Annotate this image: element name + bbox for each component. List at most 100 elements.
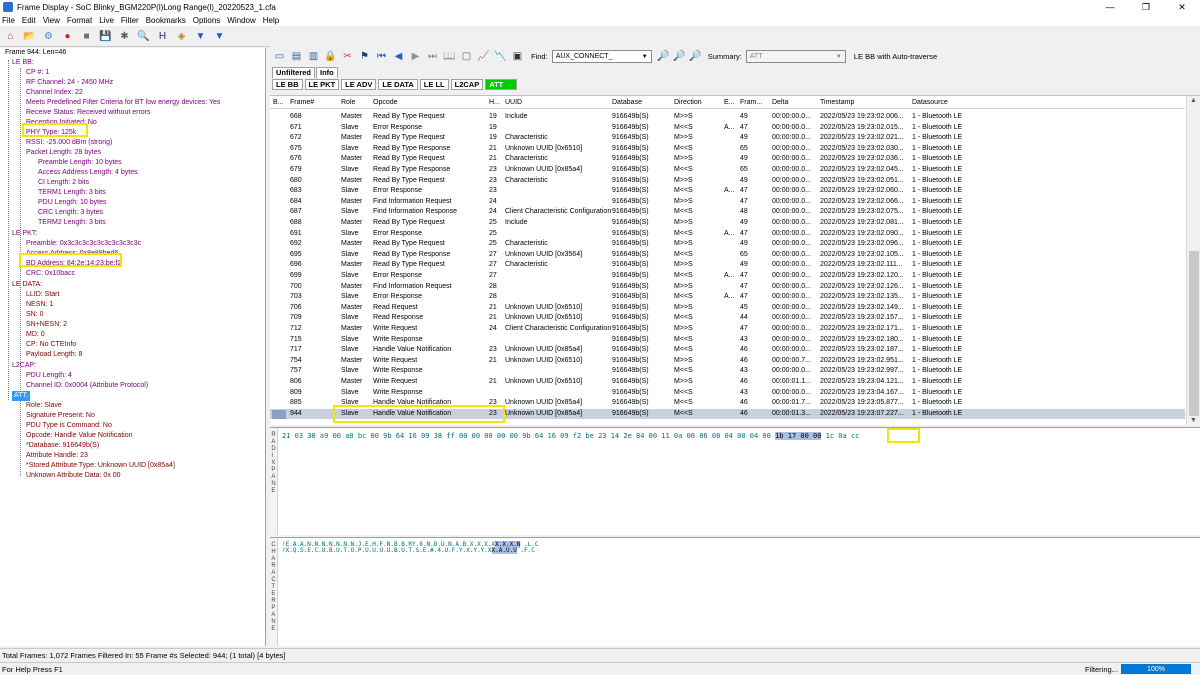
tree-node[interactable]: Channel Index: 22	[26, 88, 83, 98]
column-header[interactable]: UUID	[505, 99, 522, 106]
tree-node[interactable]: PDU Length: 4	[26, 371, 72, 381]
tab-le-data[interactable]: LE DATA	[378, 79, 418, 90]
tree-node[interactable]: Packet Length: 28 bytes	[26, 148, 101, 158]
menu-view[interactable]: View	[43, 16, 60, 25]
tree-node[interactable]: LE BB:	[12, 58, 34, 68]
column-header[interactable]: H...	[489, 99, 500, 106]
gears-icon[interactable]: ⚙	[41, 29, 56, 44]
menu-format[interactable]: Format	[67, 16, 92, 25]
column-header[interactable]: Direction	[674, 99, 702, 106]
find-icon[interactable]: 🔎	[656, 49, 671, 64]
table-row[interactable]: 675 Slave Read By Type Response 21 Unknown U…	[270, 144, 1185, 155]
table-row[interactable]: 806 Master Write Request 21 Unknown UUID [0x…	[270, 377, 1185, 388]
column-header[interactable]: Opcode	[373, 99, 398, 106]
tree-node[interactable]: CRC: 0x10bacc	[26, 269, 75, 279]
tree-node[interactable]: LE DATA:	[12, 280, 42, 290]
tree-node[interactable]: CRC Length: 3 bytes	[38, 208, 103, 218]
chart-area-icon[interactable]: 📉	[493, 49, 508, 64]
tab-l2cap[interactable]: L2CAP	[450, 79, 484, 90]
tree-node[interactable]: ATT:	[12, 391, 30, 401]
table-row[interactable]: 712 Master Write Request 24 Client Character…	[270, 324, 1185, 335]
tree-node[interactable]: SN: 0	[26, 310, 44, 320]
tree-node[interactable]: Access Address Length: 4 bytes	[38, 168, 138, 178]
column-header[interactable]: E...	[724, 99, 735, 106]
find-combobox[interactable]: AUX_CONNECT_ ▼	[551, 50, 652, 63]
table-row[interactable]: 757 Slave Write Response 916649b(S) M<<S 43 00…	[270, 366, 1185, 377]
table-row[interactable]: 684 Master Find Information Request 24 91664…	[270, 197, 1185, 208]
funnel-icon[interactable]: ▼	[193, 29, 208, 44]
scroll-down-icon[interactable]: ▼	[1190, 417, 1197, 424]
tree-node[interactable]: PDU Type is Command: No	[26, 421, 112, 431]
tree-node[interactable]: Role: Slave	[26, 401, 62, 411]
table-row[interactable]: 695 Slave Read By Type Response 27 Unknown U…	[270, 250, 1185, 261]
lock-icon[interactable]: 🔒	[323, 49, 338, 64]
tree-node[interactable]: *Stored Attribute Type: Unknown UUID [0x…	[26, 461, 175, 471]
bookmark-icon[interactable]: ✂	[340, 49, 355, 64]
tree-node[interactable]: Unknown Attribute Data: 0x 00	[26, 471, 121, 481]
open-folder-icon[interactable]: 📂	[22, 29, 37, 44]
column-header[interactable]: Database	[612, 99, 642, 106]
summary-combobox[interactable]: ATT ▼	[745, 50, 846, 63]
table-row[interactable]: 680 Master Read By Type Request 23 Character…	[270, 176, 1185, 187]
save-icon[interactable]: 💾	[98, 29, 113, 44]
menu-options[interactable]: Options	[193, 16, 221, 25]
tree-node[interactable]: RSSI: -25.000 dBm (strong)	[26, 138, 112, 148]
tree-node[interactable]: Frame 944: Len=46	[5, 48, 66, 58]
tree-node[interactable]: CI Length: 2 bits	[38, 178, 89, 188]
tree-node[interactable]: CP #: 1	[26, 68, 49, 78]
tree-node[interactable]: PDU Length: 10 bytes	[38, 198, 107, 208]
table-row[interactable]: 692 Master Read By Type Request 25 Character…	[270, 239, 1185, 250]
tree-node[interactable]: Channel ID: 0x0004 (Attribute Protocol)	[26, 381, 148, 391]
scroll-up-icon[interactable]: ▲	[1190, 97, 1197, 104]
search-icon[interactable]: 🔍	[136, 29, 151, 44]
menu-bookmarks[interactable]: Bookmarks	[146, 16, 186, 25]
table-row[interactable]: 696 Master Read By Type Request 27 Character…	[270, 260, 1185, 271]
hex-bytes[interactable]: 21 03 30 a9 00 a0 bc 00 9b 64 16 09 38 f…	[282, 432, 859, 440]
column-header[interactable]: B...	[273, 99, 284, 106]
page-icon[interactable]: ▢	[459, 49, 474, 64]
tree-node[interactable]: Attribute Handle: 23	[26, 451, 88, 461]
next-icon[interactable]: ▶	[408, 49, 423, 64]
tree-node[interactable]: Receive Status: Received without errors	[26, 108, 151, 118]
tree-node[interactable]: RF Channel: 24 - 2450 MHz	[26, 78, 113, 88]
restore-button[interactable]: ❐	[1128, 0, 1164, 14]
character-data[interactable]: !E.A.A.N.N.N.N.N.N.N.J.E.H.F.N.B.B.RY.8.…	[282, 541, 539, 554]
pane-layout-1-icon[interactable]: ▭	[272, 49, 287, 64]
table-row[interactable]: 709 Slave Read Response 21 Unknown UUID [0x6…	[270, 313, 1185, 324]
tree-node[interactable]: CP: No CTEInfo	[26, 340, 76, 350]
tab-le-pkt[interactable]: LE PKT	[304, 79, 340, 90]
table-row[interactable]: 683 Slave Error Response 23 916649b(S) M<<S A.…	[270, 186, 1185, 197]
last-icon[interactable]: ⏭	[425, 49, 440, 64]
table-row[interactable]: 699 Slave Error Response 27 916649b(S) M<<S A.…	[270, 271, 1185, 282]
table-row[interactable]: 687 Slave Find Information Response 24 Clien…	[270, 207, 1185, 218]
table-row[interactable]: 691 Slave Error Response 25 916649b(S) M<<S A.…	[270, 229, 1185, 240]
tree-node[interactable]: Preamble Length: 10 bytes	[38, 158, 122, 168]
menu-window[interactable]: Window	[227, 16, 255, 25]
funnel-clear-icon[interactable]: ▼	[212, 29, 227, 44]
column-header[interactable]: Role	[341, 99, 355, 106]
tree-node[interactable]: NESN: 1	[26, 300, 53, 310]
wand-icon[interactable]: ✱	[117, 29, 132, 44]
tree-node[interactable]: Meets Predefined Filter Criteria for BT …	[26, 98, 220, 108]
hash-icon[interactable]: H	[155, 29, 170, 44]
record-icon[interactable]: ●	[60, 29, 75, 44]
first-icon[interactable]: ⏮	[374, 49, 389, 64]
table-row[interactable]: 679 Slave Read By Type Response 23 Unknown U…	[270, 165, 1185, 176]
tree-node[interactable]: LLID: Start	[26, 290, 59, 300]
menu-help[interactable]: Help	[263, 16, 279, 25]
tree-node[interactable]: TERM1 Length: 3 bits	[38, 188, 106, 198]
pane-layout-2-icon[interactable]: ▤	[289, 49, 304, 64]
pane-layout-3-icon[interactable]: ▥	[306, 49, 321, 64]
table-row[interactable]: 688 Master Read By Type Request 25 Include 91…	[270, 218, 1185, 229]
tree-node[interactable]: Preamble: 0x3c3c3c3c3c3c3c3c3c3c	[26, 239, 141, 249]
table-row[interactable]: 715 Slave Write Response 916649b(S) M<<S 43 00…	[270, 335, 1185, 346]
table-row[interactable]: 703 Slave Error Response 28 916649b(S) M<<S A.…	[270, 292, 1185, 303]
table-row[interactable]: 706 Master Read Request 21 Unknown UUID [0x6…	[270, 303, 1185, 314]
column-header[interactable]: Frame#	[290, 99, 314, 106]
tree-node[interactable]: TERM2 Length: 3 bits	[38, 218, 106, 228]
tree-node[interactable]: LE PKT:	[12, 229, 37, 239]
home-icon[interactable]: ⌂	[3, 29, 18, 44]
table-row[interactable]: 700 Master Find Information Request 28 91664…	[270, 282, 1185, 293]
find-prev-icon[interactable]: 🔎	[672, 49, 687, 64]
column-header[interactable]: Delta	[772, 99, 788, 106]
